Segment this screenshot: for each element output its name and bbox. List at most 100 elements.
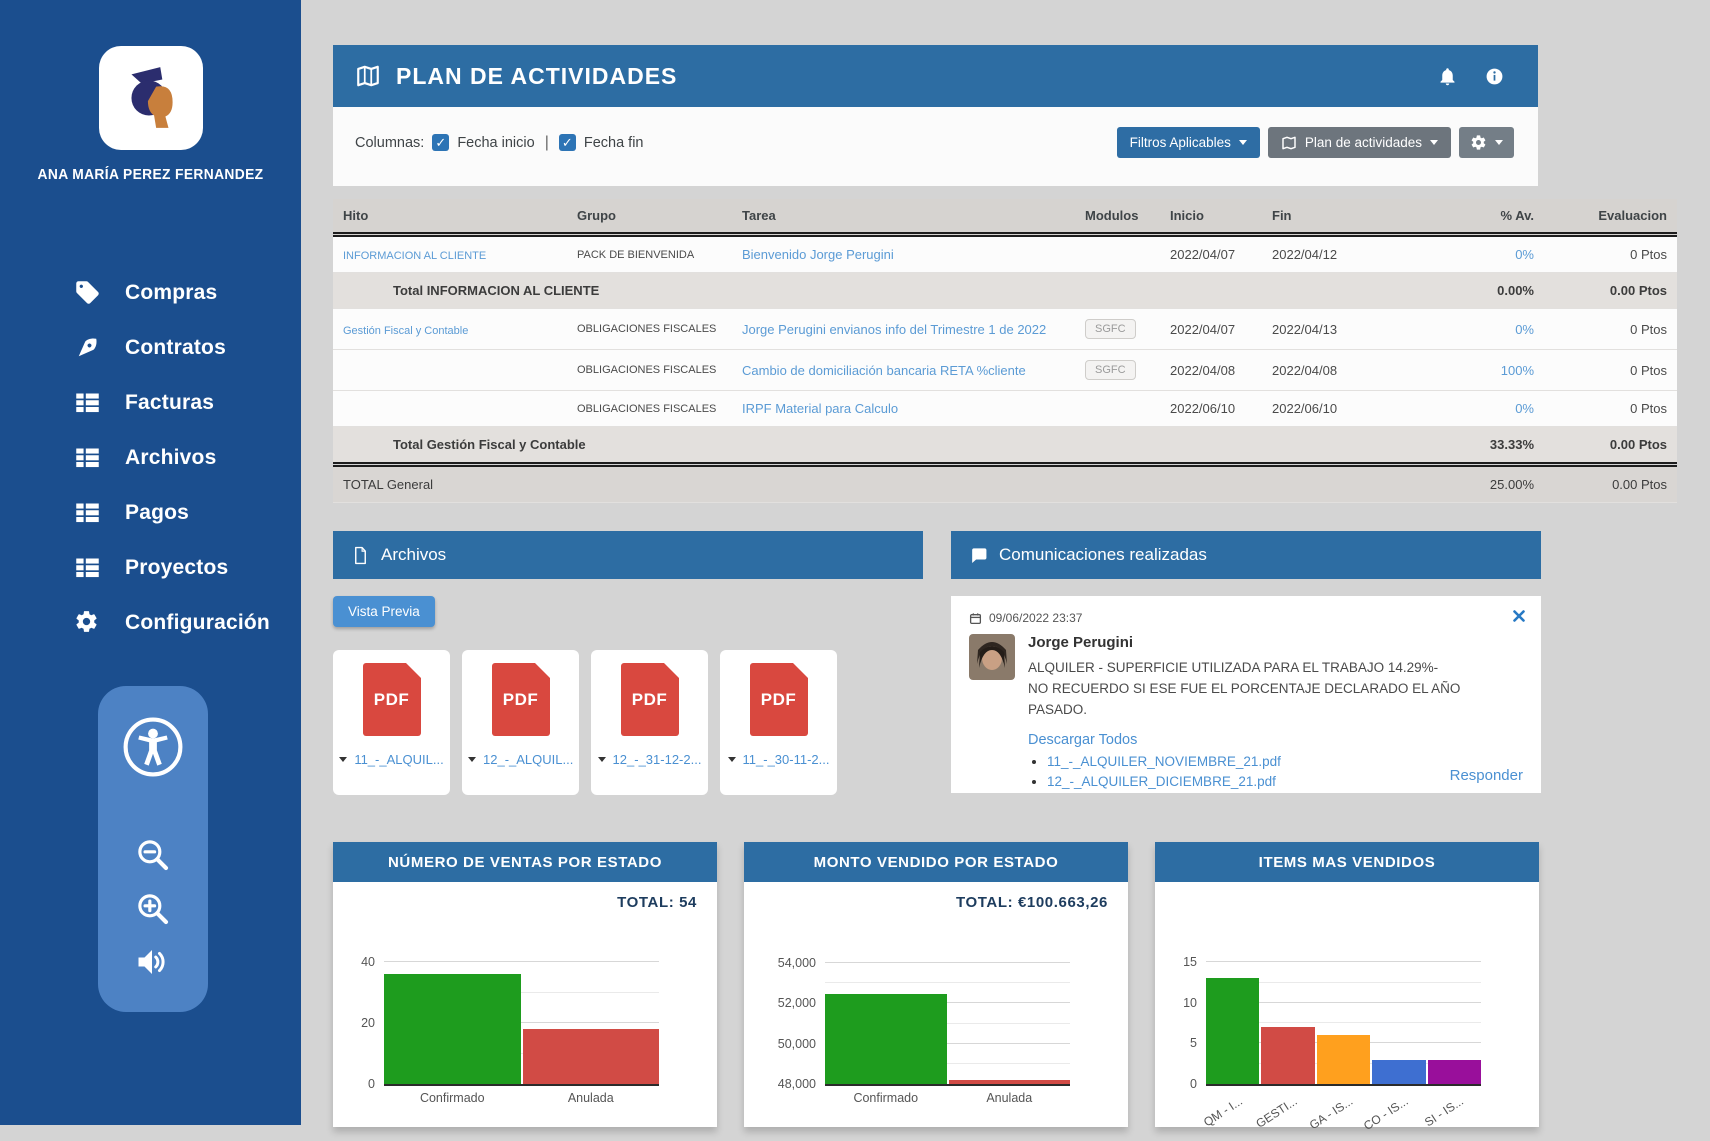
- bar-Confirmado: [825, 994, 947, 1084]
- sidebar: ANA MARÍA PEREZ FERNANDEZ Compras Contra…: [0, 0, 301, 1125]
- archivos-title: Archivos: [381, 545, 446, 565]
- hito-link[interactable]: INFORMACION AL CLIENTE: [343, 250, 486, 262]
- tarea-link[interactable]: Bienvenido Jorge Perugini: [742, 247, 894, 262]
- sidebar-item-label: Pagos: [125, 501, 189, 525]
- plan-toolbar: Columnas: ✓ Fecha inicio | ✓ Fecha fin F…: [333, 107, 1538, 186]
- attachment-link[interactable]: 11_-_ALQUILER_NOVIEMBRE_21.pdf: [1047, 754, 1281, 769]
- chevron-down-icon[interactable]: [468, 757, 476, 762]
- sender-photo: [969, 634, 1015, 680]
- columns-label: Columnas:: [355, 135, 424, 151]
- plan-header: PLAN DE ACTIVIDADES: [333, 45, 1538, 107]
- x-axis-label: SI - IS...: [1428, 1091, 1481, 1141]
- zoom-out-icon[interactable]: [134, 836, 172, 874]
- column-header-evaluacion: Evaluacion: [1544, 199, 1677, 235]
- evaluacion-cell: 0 Ptos: [1544, 350, 1677, 391]
- checkbox-fecha-fin[interactable]: ✓: [559, 134, 576, 151]
- avance-cell: 25.00%: [1364, 465, 1544, 503]
- map-icon: [355, 63, 381, 89]
- pdf-icon: PDF: [750, 663, 808, 736]
- x-axis-label: Confirmado: [825, 1091, 947, 1141]
- avance-link[interactable]: 100%: [1501, 363, 1534, 378]
- tarea-link[interactable]: Jorge Perugini envianos info del Trimest…: [742, 322, 1046, 337]
- grand-total-label: TOTAL General: [333, 465, 1364, 503]
- evaluacion-cell: 0 Ptos: [1544, 391, 1677, 427]
- attachment-link[interactable]: 12_-_ALQUILER_DICIEMBRE_21.pdf: [1047, 774, 1276, 789]
- sidebar-item-proyectos[interactable]: Proyectos: [0, 540, 301, 595]
- sidebar-item-label: Contratos: [125, 336, 226, 360]
- pdf-icon: PDF: [621, 663, 679, 736]
- column-header-hito: Hito: [333, 199, 567, 235]
- bar-chart: 02040ConfirmadoAnulada: [359, 950, 659, 1120]
- sidebar-item-facturas[interactable]: Facturas: [0, 375, 301, 430]
- pdf-file-link[interactable]: 12_-_ALQUIL...: [483, 752, 573, 767]
- evaluacion-cell: 0 Ptos: [1544, 235, 1677, 273]
- pdf-file-link[interactable]: 12_-_31-12-2...: [613, 752, 702, 767]
- user-avatar: [99, 46, 203, 150]
- pdf-card: PDF 11_-_ALQUIL...: [333, 650, 450, 795]
- zoom-in-icon[interactable]: [134, 890, 172, 928]
- inicio-cell: 2022/04/07: [1160, 309, 1262, 350]
- comunicaciones-header: Comunicaciones realizadas: [951, 531, 1541, 579]
- avance-link[interactable]: 0%: [1515, 247, 1534, 262]
- avance-link[interactable]: 0%: [1515, 401, 1534, 416]
- chevron-down-icon: [1430, 140, 1438, 145]
- sidebar-item-label: Compras: [125, 281, 217, 305]
- table-row: Gestión Fiscal y Contable OBLIGACIONES F…: [333, 309, 1677, 350]
- hito-link[interactable]: Gestión Fiscal y Contable: [343, 325, 468, 337]
- pdf-card: PDF 12_-_31-12-2...: [591, 650, 708, 795]
- sidebar-item-label: Facturas: [125, 391, 214, 415]
- table-subtotal-row: Total INFORMACION AL CLIENTE 0.00% 0.00 …: [333, 273, 1677, 309]
- chevron-down-icon[interactable]: [339, 757, 347, 762]
- avatar-illustration: [115, 62, 187, 134]
- vista-previa-button[interactable]: Vista Previa: [333, 596, 435, 627]
- pdf-file-link[interactable]: 11_-_30-11-2...: [743, 752, 830, 767]
- chart-title: NÚMERO DE VENTAS POR ESTADO: [333, 842, 717, 882]
- sidebar-item-archivos[interactable]: Archivos: [0, 430, 301, 485]
- bar-GESTI...: [1261, 1027, 1314, 1084]
- filters-button[interactable]: Filtros Aplicables: [1117, 127, 1260, 158]
- chevron-down-icon: [1495, 140, 1503, 145]
- tarea-link[interactable]: IRPF Material para Calculo: [742, 401, 898, 416]
- column-header-grupo: Grupo: [567, 199, 732, 235]
- bell-icon[interactable]: [1437, 66, 1458, 87]
- speech-bubble-icon: [969, 546, 988, 565]
- separator: |: [545, 134, 549, 152]
- speaker-icon[interactable]: [134, 944, 172, 982]
- message-card: 09/06/2022 23:37 Jorge Perugini ALQUILER…: [951, 596, 1541, 793]
- chevron-down-icon[interactable]: [728, 757, 736, 762]
- accessibility-icon[interactable]: [122, 716, 184, 778]
- pdf-file-link[interactable]: 11_-_ALQUIL...: [354, 752, 443, 767]
- sidebar-item-configuracion[interactable]: Configuración: [0, 595, 301, 650]
- list-icon: [74, 444, 101, 471]
- bar-Anulada: [523, 1029, 660, 1084]
- avance-link[interactable]: 0%: [1515, 322, 1534, 337]
- chevron-down-icon[interactable]: [598, 757, 606, 762]
- sidebar-item-label: Configuración: [125, 611, 270, 635]
- close-icon[interactable]: [1513, 610, 1525, 622]
- x-axis-label: GESTI...: [1261, 1091, 1314, 1141]
- chart-title: ITEMS MAS VENDIDOS: [1155, 842, 1539, 882]
- table-subtotal-row: Total Gestión Fiscal y Contable 33.33% 0…: [333, 427, 1677, 465]
- subtotal-label: Total Gestión Fiscal y Contable: [333, 427, 1364, 465]
- sidebar-item-contratos[interactable]: Contratos: [0, 320, 301, 375]
- gear-icon: [74, 609, 101, 636]
- settings-dropdown-button[interactable]: [1459, 127, 1514, 158]
- sidebar-item-pagos[interactable]: Pagos: [0, 485, 301, 540]
- x-axis-label: Anulada: [523, 1091, 660, 1141]
- plan-dropdown-button[interactable]: Plan de actividades: [1268, 127, 1451, 158]
- info-icon[interactable]: [1485, 67, 1504, 86]
- modulos-cell: [1075, 391, 1160, 427]
- pdf-card: PDF 11_-_30-11-2...: [720, 650, 837, 795]
- pdf-file-list: PDF 11_-_ALQUIL... PDF 12_-_ALQUIL... PD…: [333, 650, 923, 795]
- column-header-avance: % Av.: [1364, 199, 1544, 235]
- sidebar-item-compras[interactable]: Compras: [0, 265, 301, 320]
- chart-card-items: ITEMS MAS VENDIDOS 051015QM - I...GESTI.…: [1155, 842, 1539, 1127]
- checkbox-fecha-inicio[interactable]: ✓: [432, 134, 449, 151]
- map-icon: [1281, 135, 1297, 151]
- tarea-link[interactable]: Cambio de domiciliación bancaria RETA %c…: [742, 363, 1026, 378]
- reply-link[interactable]: Responder: [1450, 767, 1523, 784]
- download-all-link[interactable]: Descargar Todos: [1028, 732, 1137, 748]
- list-icon: [74, 389, 101, 416]
- avance-cell: 0.00%: [1364, 273, 1544, 309]
- pdf-icon: PDF: [363, 663, 421, 736]
